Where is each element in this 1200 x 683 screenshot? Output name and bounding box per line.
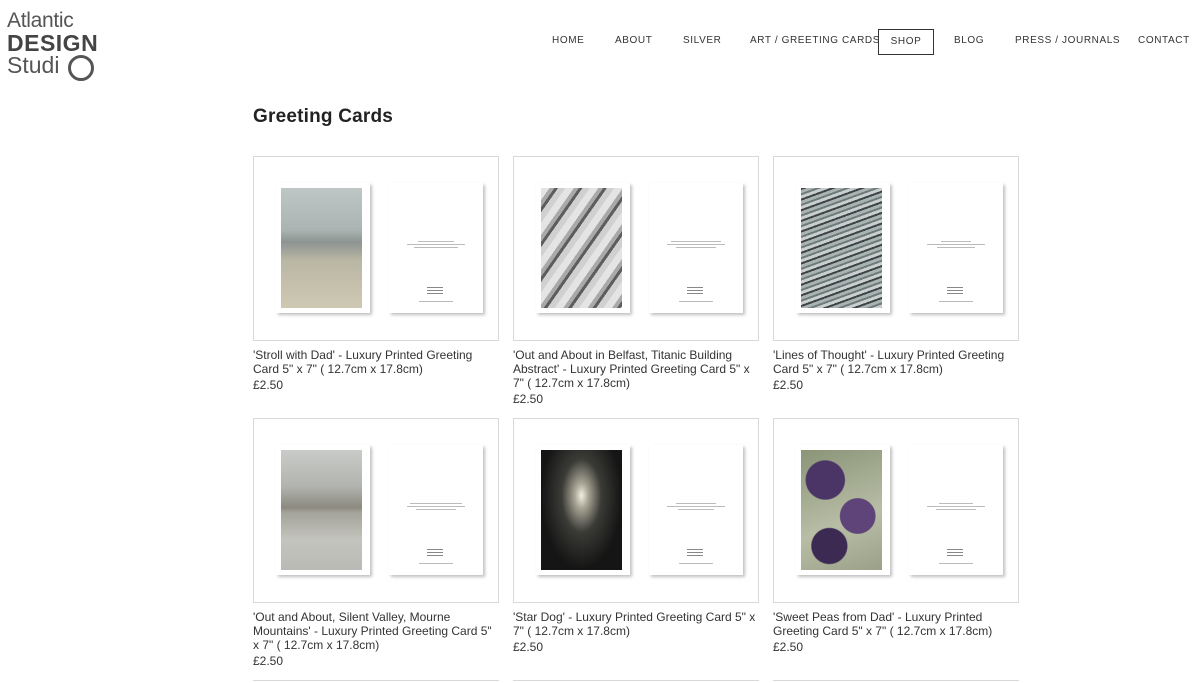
main-nav: HOME ABOUT SILVER ART / GREETING CARDS S…	[0, 29, 1200, 55]
product-price: £2.50	[773, 640, 804, 654]
product-title[interactable]: 'Out and About in Belfast, Titanic Build…	[513, 348, 759, 390]
card-back	[389, 183, 483, 313]
card-back	[909, 183, 1003, 313]
product-card[interactable]: 'Sweet Peas from Dad' - Luxury Printed G…	[773, 418, 1019, 654]
product-price: £2.50	[513, 640, 544, 654]
card-back	[389, 445, 483, 575]
card-back	[649, 183, 743, 313]
product-price: £2.50	[513, 392, 544, 406]
nav-blog[interactable]: BLOG	[954, 29, 984, 53]
product-title[interactable]: 'Sweet Peas from Dad' - Luxury Printed G…	[773, 610, 1019, 638]
product-image[interactable]	[253, 156, 499, 341]
product-title[interactable]: 'Lines of Thought' - Luxury Printed Gree…	[773, 348, 1019, 376]
product-title[interactable]: 'Star Dog' - Luxury Printed Greeting Car…	[513, 610, 759, 638]
product-image[interactable]	[773, 418, 1019, 603]
product-price: £2.50	[773, 378, 804, 392]
product-price: £2.50	[253, 654, 284, 668]
nav-shop[interactable]: SHOP	[878, 29, 934, 55]
product-title[interactable]: 'Stroll with Dad' - Luxury Printed Greet…	[253, 348, 499, 376]
nav-home[interactable]: HOME	[552, 29, 584, 53]
page-title: Greeting Cards	[253, 106, 394, 127]
product-image[interactable]	[773, 156, 1019, 341]
product-card[interactable]: 'Out and About, Silent Valley, Mourne Mo…	[253, 418, 499, 668]
product-price: £2.50	[253, 378, 284, 392]
card-front	[796, 183, 890, 313]
card-back	[649, 445, 743, 575]
product-image[interactable]	[253, 418, 499, 603]
logo-line-3: Studi	[7, 52, 60, 78]
logo-ring-icon	[68, 55, 94, 81]
product-card[interactable]: 'Lines of Thought' - Luxury Printed Gree…	[773, 156, 1019, 392]
card-front	[536, 445, 630, 575]
product-image[interactable]	[513, 156, 759, 341]
card-front	[276, 445, 370, 575]
product-card[interactable]: 'Star Dog' - Luxury Printed Greeting Car…	[513, 418, 759, 654]
card-back	[909, 445, 1003, 575]
nav-press-journals[interactable]: PRESS / JOURNALS	[1015, 29, 1120, 53]
nav-contact[interactable]: CONTACT	[1138, 29, 1190, 53]
card-front	[276, 183, 370, 313]
product-image[interactable]	[513, 418, 759, 603]
card-front	[536, 183, 630, 313]
nav-silver[interactable]: SILVER	[683, 29, 721, 53]
nav-about[interactable]: ABOUT	[615, 29, 652, 53]
nav-art-greeting-cards[interactable]: ART / GREETING CARDS	[750, 29, 880, 53]
product-title[interactable]: 'Out and About, Silent Valley, Mourne Mo…	[253, 610, 499, 652]
product-card[interactable]: 'Stroll with Dad' - Luxury Printed Greet…	[253, 156, 499, 392]
product-card[interactable]: 'Out and About in Belfast, Titanic Build…	[513, 156, 759, 406]
card-front	[796, 445, 890, 575]
